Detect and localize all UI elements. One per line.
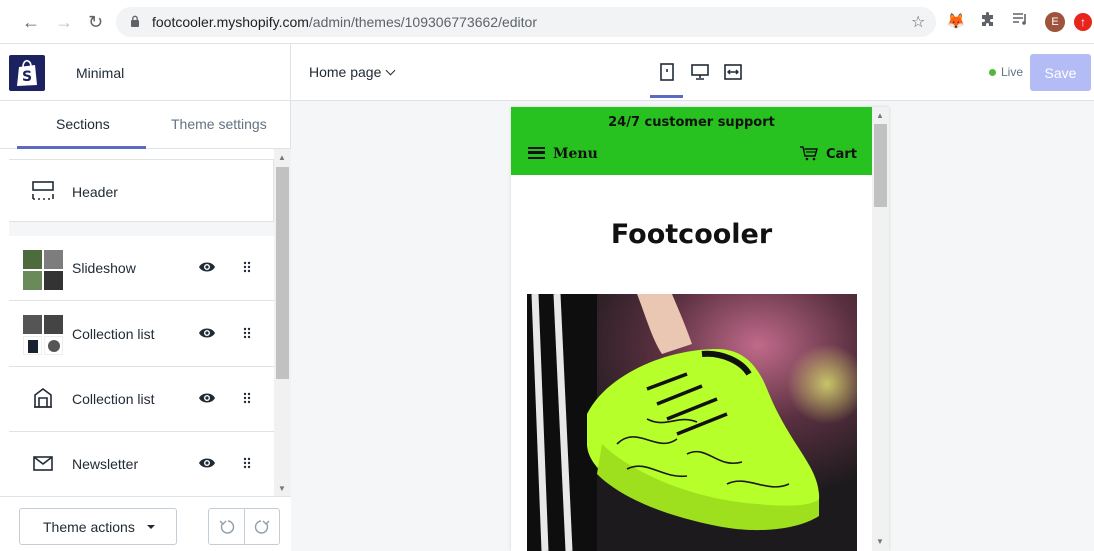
- sidebar-footer: Theme actions: [0, 496, 291, 551]
- address-bar[interactable]: footcooler.myshopify.com/admin/themes/10…: [116, 7, 936, 37]
- envelope-icon: [33, 456, 53, 471]
- reading-list-icon[interactable]: [1010, 12, 1030, 32]
- shopify-bag-icon[interactable]: S: [9, 55, 45, 91]
- extension-up-arrow-icon[interactable]: ↑: [1074, 13, 1092, 31]
- undo-redo-group: [208, 508, 280, 545]
- lock-icon: [131, 15, 139, 27]
- mobile-view-icon[interactable]: [658, 63, 676, 81]
- collection-icon: [34, 388, 52, 408]
- hamburger-icon: [528, 147, 545, 159]
- preview-scrollbar[interactable]: ▲ ▼: [872, 107, 889, 551]
- extensions-puzzle-icon[interactable]: [978, 12, 998, 32]
- tab-theme-settings[interactable]: Theme settings: [171, 116, 267, 132]
- drag-handle-icon[interactable]: [243, 457, 251, 469]
- fullscreen-view-icon[interactable]: [724, 63, 742, 81]
- editor-toolbar: Home page Live Save: [291, 44, 1094, 101]
- live-status-label: Live: [1001, 65, 1024, 79]
- bookmark-star-icon[interactable]: ☆: [911, 12, 925, 32]
- section-item-newsletter[interactable]: Newsletter: [9, 432, 274, 496]
- redo-icon[interactable]: [253, 518, 271, 536]
- scroll-down-arrow-icon[interactable]: ▼: [876, 537, 884, 546]
- menu-button[interactable]: Menu: [528, 146, 598, 162]
- mobile-preview-frame[interactable]: 24/7 customer support Menu Cart Footcool…: [511, 107, 889, 551]
- theme-name: Minimal: [76, 65, 125, 81]
- section-label: Newsletter: [72, 456, 139, 472]
- preview-canvas: 24/7 customer support Menu Cart Footcool…: [291, 101, 1094, 551]
- section-item-collection-list-2[interactable]: Collection list: [9, 367, 274, 432]
- url-text: footcooler.myshopify.com/admin/themes/10…: [152, 14, 537, 30]
- profile-avatar[interactable]: E: [1045, 12, 1065, 32]
- tab-sections[interactable]: Sections: [56, 116, 110, 132]
- reload-icon[interactable]: ↻: [88, 12, 103, 32]
- eye-icon[interactable]: [199, 327, 215, 339]
- desktop-view-icon[interactable]: [691, 63, 709, 81]
- drag-handle-icon[interactable]: [243, 392, 251, 404]
- sidebar-scrollbar[interactable]: ▲ ▼: [274, 149, 291, 496]
- scroll-up-arrow-icon[interactable]: ▲: [876, 111, 884, 120]
- caret-down-icon: [147, 525, 155, 529]
- eye-icon[interactable]: [199, 392, 215, 404]
- section-item-slideshow[interactable]: Slideshow: [9, 236, 274, 301]
- announcement-text: 24/7 customer support: [608, 115, 775, 130]
- section-list: Header Slideshow Collection list Collect…: [9, 159, 274, 496]
- header-layout-icon: [32, 181, 54, 200]
- editor-sidebar: S Minimal Sections Theme settings Header: [0, 44, 291, 551]
- hero-shoe-image: [527, 294, 857, 551]
- section-label: Header: [72, 184, 118, 200]
- forward-arrow-icon[interactable]: →: [55, 12, 73, 32]
- cart-link[interactable]: Cart: [800, 146, 857, 162]
- save-button[interactable]: Save: [1030, 54, 1091, 91]
- page-selector[interactable]: Home page: [309, 64, 396, 80]
- active-tab-indicator: [17, 146, 146, 149]
- scrollbar-thumb[interactable]: [276, 167, 289, 379]
- drag-handle-icon[interactable]: [243, 261, 251, 273]
- eye-icon[interactable]: [199, 261, 215, 273]
- section-label: Collection list: [72, 326, 155, 342]
- scroll-down-arrow-icon[interactable]: ▼: [278, 484, 286, 493]
- browser-chrome: ← → ↻ footcooler.myshopify.com/admin/the…: [0, 0, 1094, 44]
- theme-header: S Minimal: [0, 44, 291, 101]
- section-item-collection-list[interactable]: Collection list: [9, 302, 274, 367]
- scrollbar-thumb[interactable]: [874, 124, 887, 207]
- section-label: Collection list: [72, 391, 155, 407]
- undo-icon[interactable]: [218, 518, 236, 536]
- drag-handle-icon[interactable]: [243, 327, 251, 339]
- cart-icon: [800, 146, 818, 161]
- eye-icon[interactable]: [199, 457, 215, 469]
- chevron-down-icon: [385, 65, 396, 76]
- live-status-dot: [989, 69, 996, 76]
- section-item-header[interactable]: Header: [9, 159, 274, 222]
- theme-actions-button[interactable]: Theme actions: [19, 508, 177, 545]
- svg-text:S: S: [22, 69, 32, 85]
- section-divider: [9, 222, 274, 236]
- announcement-bar: 24/7 customer support Menu Cart: [511, 107, 872, 175]
- back-arrow-icon[interactable]: ←: [22, 12, 40, 32]
- section-label: Slideshow: [72, 260, 136, 276]
- metamask-fox-icon[interactable]: 🦊: [946, 12, 966, 32]
- sidebar-tabs: Sections Theme settings: [0, 101, 291, 149]
- scroll-up-arrow-icon[interactable]: ▲: [278, 153, 286, 162]
- active-device-indicator: [650, 95, 683, 98]
- store-title[interactable]: Footcooler: [511, 219, 872, 250]
